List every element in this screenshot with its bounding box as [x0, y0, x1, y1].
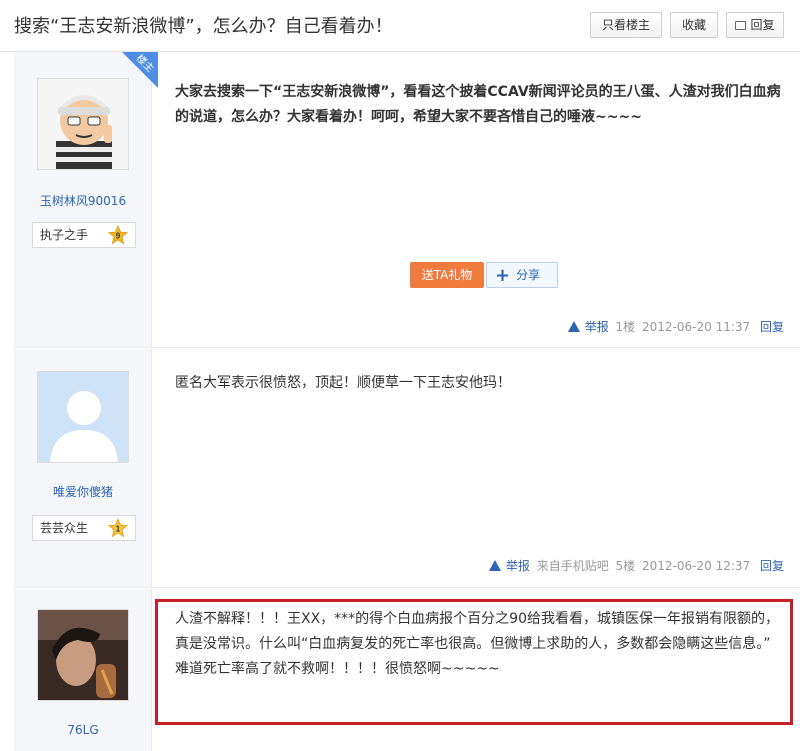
avatar-cartoon-image	[38, 79, 128, 169]
user-rank[interactable]: 执子之手 9	[32, 222, 136, 248]
avatar-photo-image	[38, 610, 128, 700]
floor-number: 5楼	[615, 559, 636, 573]
default-avatar-image	[38, 372, 128, 462]
post-floor-1: 玉树林风90016 执子之手 9 楼主 大家去搜索一下“王志安新浪微博”，看看这…	[14, 52, 800, 348]
post-meta: 举报 来自手机贴吧 5楼 2012-06-20 12:37 回复	[486, 557, 784, 574]
reply-button[interactable]: 回复	[726, 12, 784, 38]
thread-header: 搜索“王志安新浪微博”，怎么办？自己看着办！ 只看楼主 收藏 回复	[0, 0, 800, 52]
author-name[interactable]: 玉树林风90016	[14, 192, 152, 209]
reply-link[interactable]: 回复	[760, 559, 784, 573]
avatar[interactable]	[37, 371, 129, 463]
favorite-button[interactable]: 收藏	[670, 12, 718, 38]
warning-icon	[488, 560, 501, 571]
post-time: 2012-06-20 11:37	[642, 320, 751, 334]
user-rank[interactable]: 芸芸众生 1	[32, 515, 136, 541]
post-time: 2012-06-20 12:37	[642, 559, 751, 573]
author-sidebar: 唯爱你傻猪 芸芸众生 1	[14, 349, 152, 587]
avatar[interactable]	[37, 609, 129, 701]
post-content: 匿名大军表示很愤怒，顶起！顺便草一下王志安他玛！	[175, 375, 511, 391]
author-sidebar: 玉树林风90016 执子之手 9	[14, 52, 152, 347]
rank-title: 执子之手	[40, 228, 89, 242]
post-meta: 举报 1楼 2012-06-20 11:37 回复	[565, 318, 784, 335]
rank-star-icon: 9	[108, 225, 128, 245]
reply-icon	[735, 21, 747, 30]
report-link[interactable]: 举报	[585, 320, 609, 334]
post-floor-next: 76LG 人渣不解释！！！王XX，***的得个白血病报个百分之90给我看看，城镇…	[14, 589, 800, 751]
author-name[interactable]: 76LG	[14, 723, 152, 737]
floor-number: 1楼	[615, 320, 636, 334]
warning-icon	[567, 321, 580, 332]
send-gift-button[interactable]: 送TA礼物	[410, 262, 484, 288]
share-button[interactable]: + 分享	[486, 262, 558, 288]
post-content: 人渣不解释！！！王XX，***的得个白血病报个百分之90给我看看，城镇医保一年报…	[175, 611, 779, 677]
reply-link[interactable]: 回复	[760, 320, 784, 334]
reply-button-label: 回复	[750, 18, 775, 32]
rank-level: 9	[116, 232, 121, 241]
rank-star-icon: 1	[108, 518, 128, 538]
thread-title: 搜索“王志安新浪微博”，怎么办？自己看着办！	[14, 16, 393, 37]
report-link[interactable]: 举报	[506, 559, 530, 573]
post-source[interactable]: 来自手机贴吧	[537, 559, 609, 573]
plus-icon: +	[495, 265, 511, 286]
post-content: 大家去搜索一下“王志安新浪微博”，看看这个披着CCAV新闻评论员的王八蛋、人渣对…	[175, 84, 781, 125]
rank-level: 1	[116, 525, 121, 534]
thread-owner-badge: 楼主	[122, 52, 158, 88]
rank-title: 芸芸众生	[40, 521, 89, 535]
post-floor-5: 唯爱你傻猪 芸芸众生 1 匿名大军表示很愤怒，顶起！顺便草一下王志安他玛！ 举报…	[14, 349, 800, 588]
author-sidebar: 76LG	[14, 589, 152, 751]
share-label: 分享	[516, 268, 541, 282]
avatar[interactable]	[37, 78, 129, 170]
only-op-button[interactable]: 只看楼主	[590, 12, 662, 38]
author-name[interactable]: 唯爱你傻猪	[14, 483, 152, 500]
